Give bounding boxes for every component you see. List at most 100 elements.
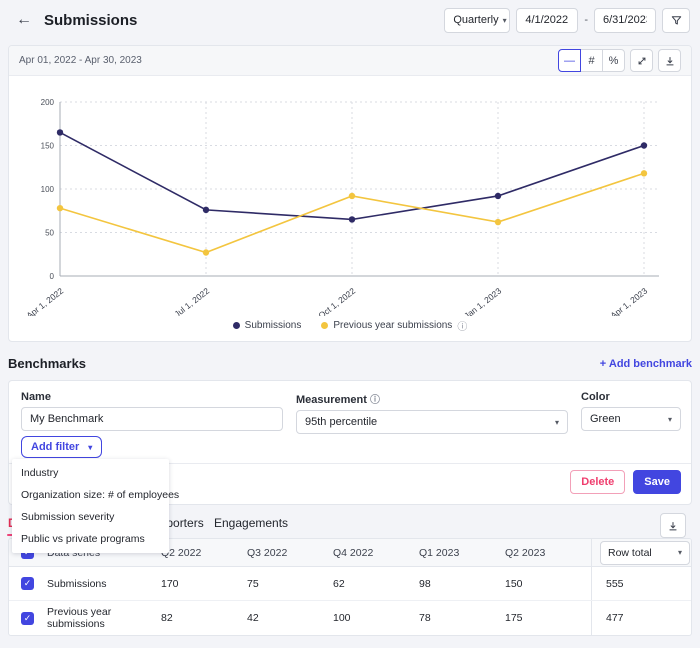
menu-item[interactable]: Public vs private programs (12, 528, 169, 550)
measurement-label: Measurement (296, 394, 367, 406)
download-table-button[interactable] (660, 513, 686, 538)
row-total-select-value: Row total (608, 546, 652, 559)
y-tick-label: 50 (45, 229, 54, 238)
legend-item[interactable]: Submissions (232, 318, 301, 333)
download-icon (669, 521, 677, 530)
y-tick-label: 150 (41, 142, 55, 151)
add-filter-button[interactable]: Add filter ▾ (21, 436, 103, 458)
table-row: ✓ Previous year submissions 82 42 100 78 175 47… (9, 601, 691, 635)
legend-dot-icon (232, 322, 240, 329)
cell-value: 175 (505, 612, 523, 624)
data-point (640, 142, 648, 149)
column-header: Q1 2023 (419, 546, 460, 559)
row-label: Previous year submissions (47, 606, 112, 630)
row-total-select[interactable]: Row total ▾ (600, 540, 690, 565)
benchmarks-header: Benchmarks + Add benchmark (8, 356, 692, 371)
x-tick-label: Oct 1, 2022 (316, 286, 357, 316)
cell-value: 82 (161, 612, 173, 624)
filter-button[interactable] (662, 7, 690, 33)
x-tick-label: Jan 1, 2023 (462, 286, 503, 316)
cell-value: 150 (505, 577, 523, 590)
measurement-select-value: 95th percentile (305, 416, 378, 428)
data-point (202, 249, 210, 256)
line-mode-button[interactable]: — (558, 49, 581, 72)
row-total-cell: Row total ▾ (591, 539, 691, 566)
color-label: Color (581, 391, 610, 403)
data-point (348, 192, 356, 200)
line-chart: 0 50 100 150 200 Apr 1, 2022 Jul 1, 2022 Oct 1,… (24, 98, 659, 321)
benchmark-measurement-field: Measurement ⓘ 95th percentile ▾ (296, 391, 568, 434)
data-point (348, 216, 356, 223)
info-icon: ⓘ (457, 322, 468, 333)
back-icon[interactable]: ← (16, 11, 32, 29)
delete-button[interactable]: Delete (570, 470, 626, 494)
color-select[interactable]: Green ▾ (581, 407, 681, 431)
date-from-input[interactable] (516, 7, 579, 33)
benchmark-name-input[interactable] (21, 407, 283, 431)
benchmarks-title: Benchmarks (8, 356, 87, 371)
expand-button[interactable] (630, 49, 653, 72)
data-point (202, 206, 210, 214)
date-separator: - (584, 14, 588, 26)
info-icon: ⓘ (369, 395, 380, 406)
column-header: Q2 2022 (161, 546, 202, 559)
chevron-down-icon: ▾ (554, 417, 559, 427)
tab-engagements[interactable]: Engagements (214, 516, 288, 536)
y-tick-label: 0 (50, 272, 55, 281)
date-to-input[interactable] (594, 7, 656, 33)
period-select[interactable]: Quarterly ▾ (444, 7, 511, 33)
data-point (640, 170, 648, 177)
download-icon (666, 56, 673, 65)
checkbox-cell: ✓ (9, 611, 47, 625)
save-button[interactable]: Save (633, 470, 681, 494)
measurement-select[interactable]: 95th percentile ▾ (296, 410, 568, 434)
x-tick-label: Apr 1, 2023 (608, 286, 649, 316)
chevron-down-icon: ▾ (88, 442, 93, 452)
color-select-value: Green (590, 413, 621, 425)
chart-toolbar: — # % (558, 49, 681, 72)
cell-value: 78 (419, 612, 431, 624)
add-filter-menu: Industry Organization size: # of employee… (12, 459, 179, 553)
data-point (494, 218, 502, 226)
menu-item[interactable]: Industry (12, 462, 169, 484)
expand-icon (638, 57, 645, 64)
x-tick-label: Apr 1, 2022 (24, 286, 65, 316)
menu-item[interactable]: Organization size: # of employees (12, 484, 179, 506)
percent-mode-button[interactable]: % (602, 49, 625, 72)
header-controls: Quarterly ▾ - (444, 7, 690, 33)
row-label: Submissions (47, 577, 107, 590)
chart-card: Apr 01, 2022 - Apr 30, 2023 — # % 0 50 1… (8, 45, 692, 342)
checkbox-cell: ✓ (9, 577, 47, 590)
benchmark-actions: Delete Save (570, 470, 681, 494)
cell-value: 98 (419, 577, 431, 590)
column-header: Q4 2022 (333, 546, 374, 559)
cell-value: 100 (333, 612, 351, 624)
chart-card-header: Apr 01, 2022 - Apr 30, 2023 — # % (9, 46, 691, 76)
chart-mode-segmented-control: — # % (558, 49, 625, 72)
row-checkbox[interactable]: ✓ (21, 577, 34, 590)
row-checkbox[interactable]: ✓ (21, 611, 34, 625)
benchmark-name-field: Name (21, 391, 283, 431)
data-point (494, 192, 502, 200)
cell-value: 170 (161, 577, 179, 590)
row-total-value: 555 (591, 567, 691, 600)
add-filter-label: Add filter (31, 441, 80, 453)
legend-dot-icon (321, 322, 329, 329)
column-header: Q3 2022 (247, 546, 288, 559)
cell-value: 75 (247, 577, 259, 590)
count-mode-button[interactable]: # (580, 49, 603, 72)
menu-item[interactable]: Submission severity (12, 506, 169, 528)
data-point (56, 129, 64, 136)
chart-legend: Submissions Previous year submissions ⓘ (9, 318, 691, 333)
legend-item[interactable]: Previous year submissions ⓘ (321, 318, 467, 333)
benchmark-color-field: Color Green ▾ (581, 391, 681, 431)
chevron-down-icon: ▾ (502, 15, 507, 25)
add-benchmark-link[interactable]: + Add benchmark (600, 358, 692, 370)
legend-label: Previous year submissions (333, 320, 453, 331)
chart-date-range: Apr 01, 2022 - Apr 30, 2023 (19, 55, 142, 66)
y-tick-label: 200 (41, 98, 55, 107)
y-tick-label: 100 (41, 185, 55, 194)
data-point (56, 204, 64, 212)
download-chart-button[interactable] (658, 49, 681, 72)
funnel-icon (671, 15, 681, 25)
